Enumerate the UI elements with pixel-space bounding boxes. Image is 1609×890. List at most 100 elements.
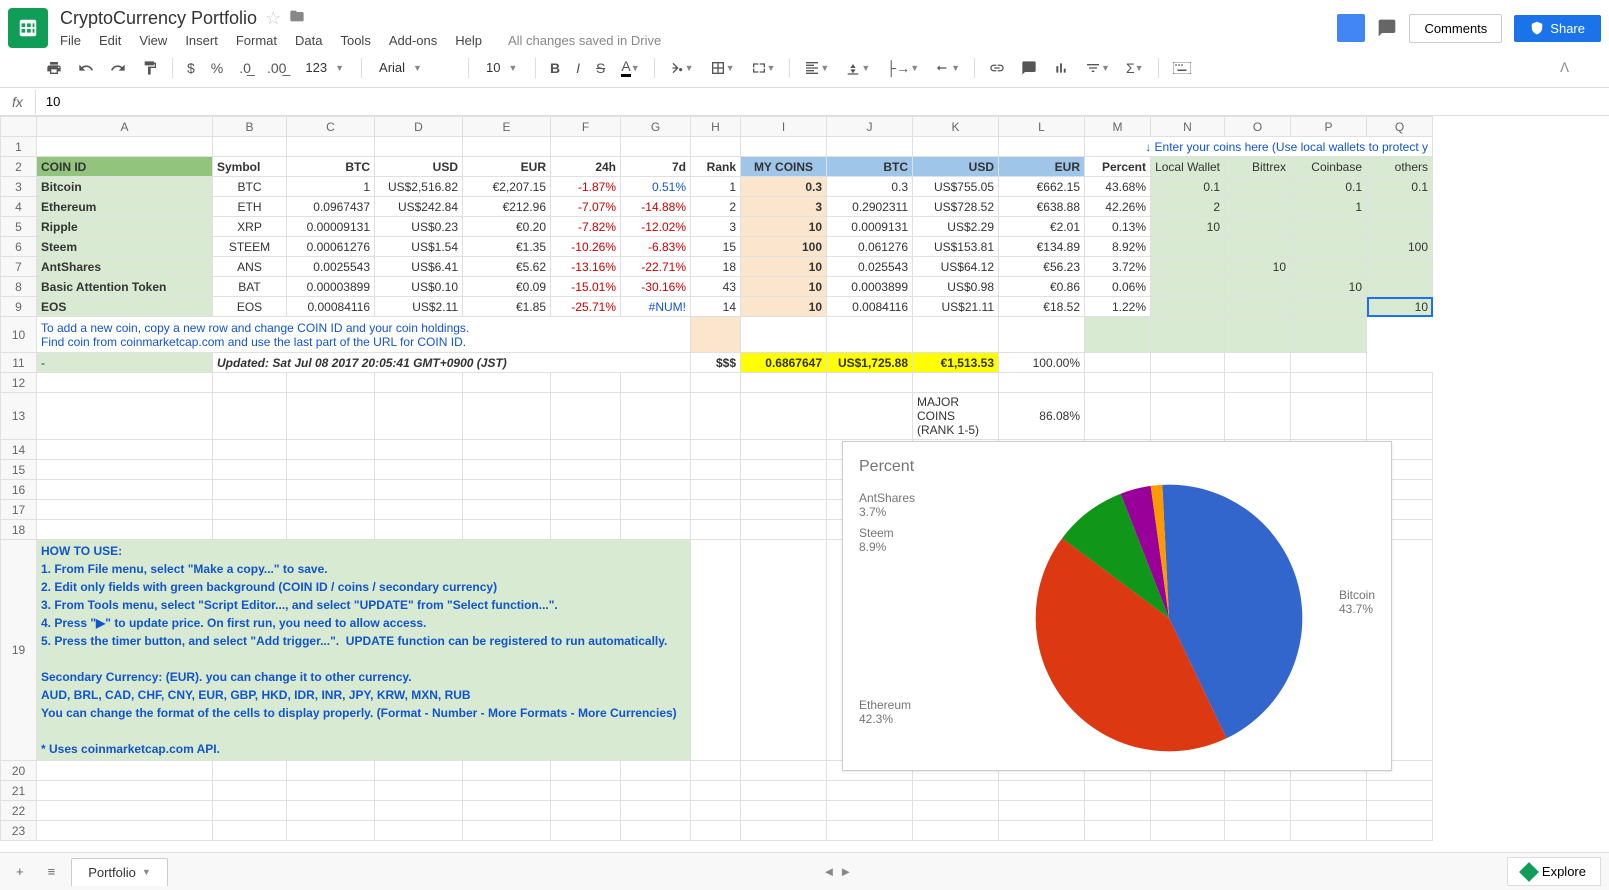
doc-title[interactable]: CryptoCurrency Portfolio xyxy=(60,8,257,29)
collaborator-avatar[interactable] xyxy=(1337,14,1365,42)
col-header-F[interactable]: F xyxy=(551,117,621,137)
folder-icon[interactable] xyxy=(289,8,305,29)
more-formats-dropdown[interactable]: 123 ▼ xyxy=(296,57,353,78)
row-header[interactable]: 23 xyxy=(1,821,37,841)
row-header[interactable]: 9 xyxy=(1,297,37,317)
col-header-B[interactable]: B xyxy=(213,117,287,137)
text-color-button[interactable]: A ▼ xyxy=(615,54,645,81)
row-header[interactable]: 13 xyxy=(1,393,37,440)
row-header[interactable]: 15 xyxy=(1,460,37,480)
row-header[interactable]: 18 xyxy=(1,520,37,540)
row-header[interactable]: 20 xyxy=(1,761,37,781)
scroll-right-icon[interactable]: ► xyxy=(839,864,852,879)
col-header-A[interactable]: A xyxy=(37,117,213,137)
share-button[interactable]: Share xyxy=(1514,15,1601,42)
menu-file[interactable]: File xyxy=(60,33,81,48)
h-align-button[interactable]: ▼ xyxy=(798,56,835,80)
row-header[interactable]: 12 xyxy=(1,373,37,393)
col-header-J[interactable]: J xyxy=(827,117,913,137)
row-header[interactable]: 17 xyxy=(1,500,37,520)
insert-chart-icon[interactable] xyxy=(1047,56,1075,80)
row-header[interactable]: 7 xyxy=(1,257,37,277)
sheets-logo[interactable] xyxy=(8,8,48,48)
all-sheets-button[interactable]: ≡ xyxy=(40,860,64,883)
col-header-P[interactable]: P xyxy=(1291,117,1367,137)
print-icon[interactable] xyxy=(40,56,68,80)
col-header-H[interactable]: H xyxy=(691,117,741,137)
pie-chart[interactable]: Percent AntShares3.7% Steem8.9% Bitcoin4… xyxy=(842,441,1392,771)
help-text[interactable]: HOW TO USE: 1. From File menu, select "M… xyxy=(37,540,691,761)
row-header[interactable]: 8 xyxy=(1,277,37,297)
row-header[interactable]: 4 xyxy=(1,197,37,217)
explore-button[interactable]: Explore xyxy=(1507,857,1601,886)
currency-icon[interactable]: $ xyxy=(181,56,201,80)
expand-toolbar-icon[interactable]: ᐱ xyxy=(1560,60,1569,76)
strikethrough-button[interactable]: S xyxy=(590,56,611,80)
font-size-dropdown[interactable]: 10▼ xyxy=(477,57,527,78)
row-header[interactable]: 3 xyxy=(1,177,37,197)
col-header-Q[interactable]: Q xyxy=(1367,117,1433,137)
row-header[interactable]: 19 xyxy=(1,540,37,761)
percent-icon[interactable]: % xyxy=(205,56,229,80)
menu-help[interactable]: Help xyxy=(455,33,482,48)
sheet-tab-portfolio[interactable]: Portfolio ▼ xyxy=(71,858,168,886)
increase-decimal-icon[interactable]: .00̲ xyxy=(261,56,292,80)
insert-comment-icon[interactable] xyxy=(1015,56,1043,80)
formula-input[interactable] xyxy=(36,88,1609,115)
filter-icon[interactable]: ▼ xyxy=(1079,56,1116,80)
corner-cell[interactable] xyxy=(1,117,37,137)
row-header[interactable]: 1 xyxy=(1,137,37,157)
chart-title: Percent xyxy=(859,458,1375,476)
menu-insert[interactable]: Insert xyxy=(185,33,218,48)
col-header-N[interactable]: N xyxy=(1151,117,1225,137)
borders-button[interactable]: ▼ xyxy=(704,56,741,80)
row-header[interactable]: 5 xyxy=(1,217,37,237)
fill-color-button[interactable]: ▼ xyxy=(663,56,700,80)
redo-icon[interactable] xyxy=(104,56,132,80)
menu-format[interactable]: Format xyxy=(236,33,277,48)
comments-button[interactable]: Comments xyxy=(1409,14,1502,43)
row-header[interactable]: 2 xyxy=(1,157,37,177)
hint-text[interactable]: ↓ Enter your coins here (Use local walle… xyxy=(1085,137,1433,157)
undo-icon[interactable] xyxy=(72,56,100,80)
chart-label-steem: Steem8.9% xyxy=(859,526,894,555)
menu-view[interactable]: View xyxy=(139,33,167,48)
comment-icon[interactable] xyxy=(1377,18,1397,38)
toolbar: $ % .0̲ .00̲ 123 ▼ Arial▼ 10▼ B I S A ▼ … xyxy=(0,48,1609,88)
row-header[interactable]: 16 xyxy=(1,480,37,500)
insert-link-icon[interactable] xyxy=(983,56,1011,80)
row-header[interactable]: 10 xyxy=(1,317,37,353)
menu-tools[interactable]: Tools xyxy=(340,33,370,48)
paint-format-icon[interactable] xyxy=(136,56,164,80)
col-header-L[interactable]: L xyxy=(999,117,1085,137)
menu-data[interactable]: Data xyxy=(295,33,322,48)
scroll-left-icon[interactable]: ◄ xyxy=(822,864,835,879)
decrease-decimal-icon[interactable]: .0̲ xyxy=(233,56,257,80)
row-header[interactable]: 11 xyxy=(1,353,37,373)
col-header-C[interactable]: C xyxy=(287,117,375,137)
add-sheet-button[interactable]: + xyxy=(8,860,32,883)
bold-button[interactable]: B xyxy=(544,56,566,80)
menu-edit[interactable]: Edit xyxy=(99,33,121,48)
star-icon[interactable]: ☆ xyxy=(265,8,281,29)
row-header[interactable]: 21 xyxy=(1,781,37,801)
row-header[interactable]: 6 xyxy=(1,237,37,257)
col-header-E[interactable]: E xyxy=(463,117,551,137)
col-header-O[interactable]: O xyxy=(1225,117,1291,137)
text-wrap-button[interactable]: ├→ ▼ xyxy=(880,56,925,80)
font-dropdown[interactable]: Arial▼ xyxy=(370,57,460,78)
col-header-G[interactable]: G xyxy=(621,117,691,137)
text-rotate-button[interactable]: ▼ xyxy=(929,56,966,80)
col-header-M[interactable]: M xyxy=(1085,117,1151,137)
merge-cells-button[interactable]: ▼ xyxy=(745,56,782,80)
keyboard-icon[interactable] xyxy=(1167,58,1197,78)
italic-button[interactable]: I xyxy=(570,56,586,80)
col-header-I[interactable]: I xyxy=(741,117,827,137)
col-header-D[interactable]: D xyxy=(375,117,463,137)
row-header[interactable]: 22 xyxy=(1,801,37,821)
v-align-button[interactable]: ▼ xyxy=(839,56,876,80)
col-header-K[interactable]: K xyxy=(913,117,999,137)
functions-icon[interactable]: Σ ▼ xyxy=(1120,56,1150,80)
menu-addons[interactable]: Add-ons xyxy=(389,33,437,48)
row-header[interactable]: 14 xyxy=(1,440,37,460)
